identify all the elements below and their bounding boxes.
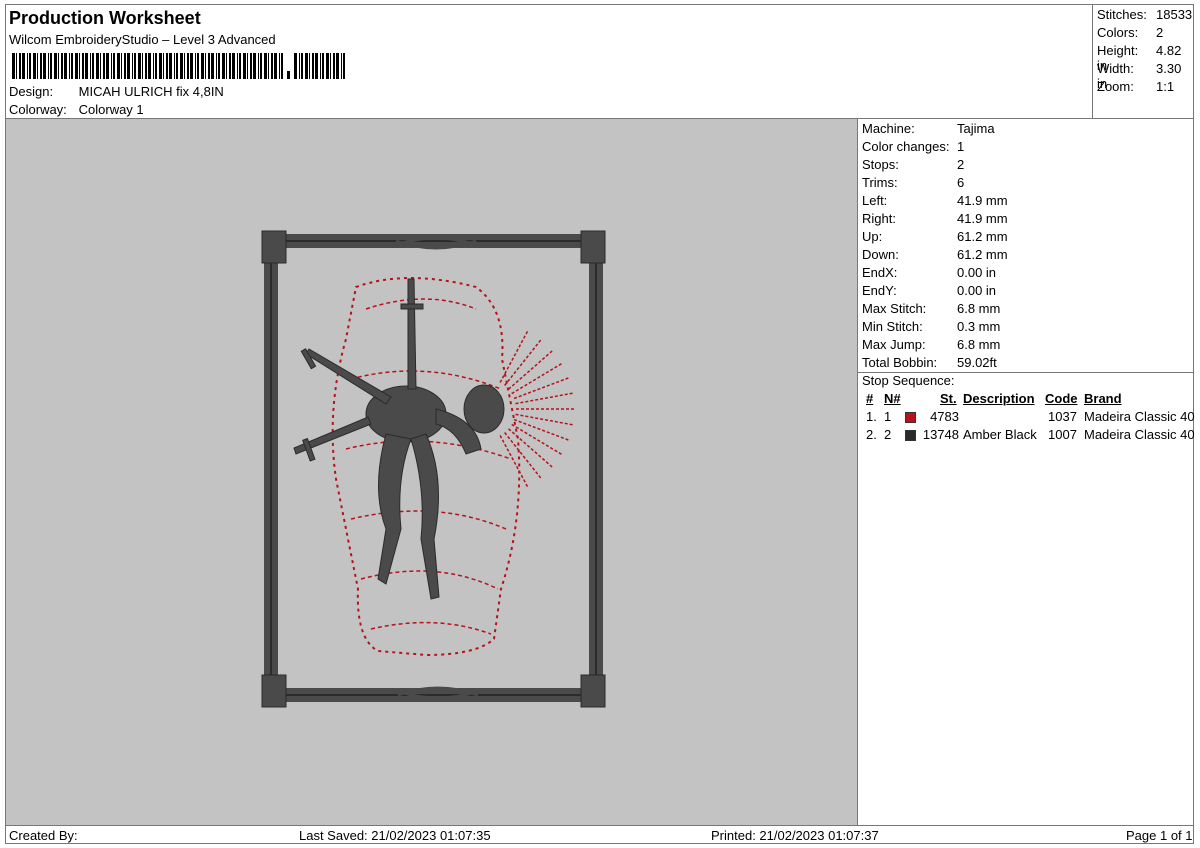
info-row: EndY: 0.00 in xyxy=(862,283,997,298)
worksheet-frame: Production Worksheet Wilcom EmbroiderySt… xyxy=(5,4,1195,844)
page-title: Production Worksheet xyxy=(9,8,201,28)
info-row: Right: 41.9 mm xyxy=(862,211,1008,226)
created-by: Created By: xyxy=(9,828,78,843)
info-row: Color changes: 1 xyxy=(862,139,965,154)
info-row: Max Stitch: 6.8 mm xyxy=(862,301,1001,316)
info-row: Left: 41.9 mm xyxy=(862,193,1008,208)
footer-bar: Created By: Last Saved: 21/02/2023 01:07… xyxy=(6,825,1193,844)
info-row: Trims: 6 xyxy=(862,175,965,190)
info-row: Total Bobbin: 59.02ft xyxy=(862,355,997,370)
colorway-row: Colorway: Colorway 1 xyxy=(9,102,144,117)
info-row: Max Jump: 6.8 mm xyxy=(862,337,1001,352)
design-label: Design: xyxy=(9,84,54,99)
table-row: 2. 2 13748 Amber Black 1007 Madeira Clas… xyxy=(866,427,1195,442)
summary-panel: Stitches: 18533 Colors: 2 Height: 4.82 in W… xyxy=(1093,5,1193,119)
info-row: Stops: 2 xyxy=(862,157,965,172)
thread-color-swatch xyxy=(905,412,916,423)
info-row: Up: 61.2 mm xyxy=(862,229,1008,244)
machine-info-panel: Machine: Tajima Color changes: 1 Stops: 2 T… xyxy=(858,119,1195,825)
summary-row: Colors: 2 xyxy=(1097,25,1164,40)
barcode-image xyxy=(12,53,345,79)
info-row: Min Stitch: 0.3 mm xyxy=(862,319,1001,334)
page-number: Page 1 of 1 xyxy=(1126,828,1193,843)
design-preview xyxy=(6,119,858,825)
printed-date: Printed: 21/02/2023 01:07:37 xyxy=(711,828,879,843)
summary-row: Width: 3.30 in xyxy=(1097,61,1182,91)
colorway-value: Colorway 1 xyxy=(78,102,144,117)
info-row: EndX: 0.00 in xyxy=(862,265,997,280)
stop-sequence-table: # N# St. Description Code Brand 1. 1 478… xyxy=(862,391,1195,445)
info-row: Machine: Tajima xyxy=(862,121,995,136)
design-value: MICAH ULRICH fix 4,8IN xyxy=(78,84,224,99)
summary-row: Height: 4.82 in xyxy=(1097,43,1182,73)
summary-row: Zoom: 1:1 xyxy=(1097,79,1175,94)
design-row: Design: MICAH ULRICH fix 4,8IN xyxy=(9,84,224,99)
embroidery-design-image xyxy=(261,230,606,708)
summary-row: Stitches: 18533 xyxy=(1097,7,1193,22)
info-row: Down: 61.2 mm xyxy=(862,247,1008,262)
thread-color-swatch xyxy=(905,430,916,441)
table-row: 1. 1 4783 1037 Madeira Classic 40 xyxy=(866,409,1195,424)
red-leaf-fill xyxy=(331,277,576,657)
header-panel: Production Worksheet Wilcom EmbroiderySt… xyxy=(6,5,1093,119)
colorway-label: Colorway: xyxy=(9,102,67,117)
last-saved: Last Saved: 21/02/2023 01:07:35 xyxy=(299,828,491,843)
stop-sequence-title: Stop Sequence: xyxy=(862,373,955,388)
table-header: # N# St. Description Code Brand xyxy=(866,391,1122,406)
software-name: Wilcom EmbroideryStudio – Level 3 Advanc… xyxy=(9,32,276,47)
